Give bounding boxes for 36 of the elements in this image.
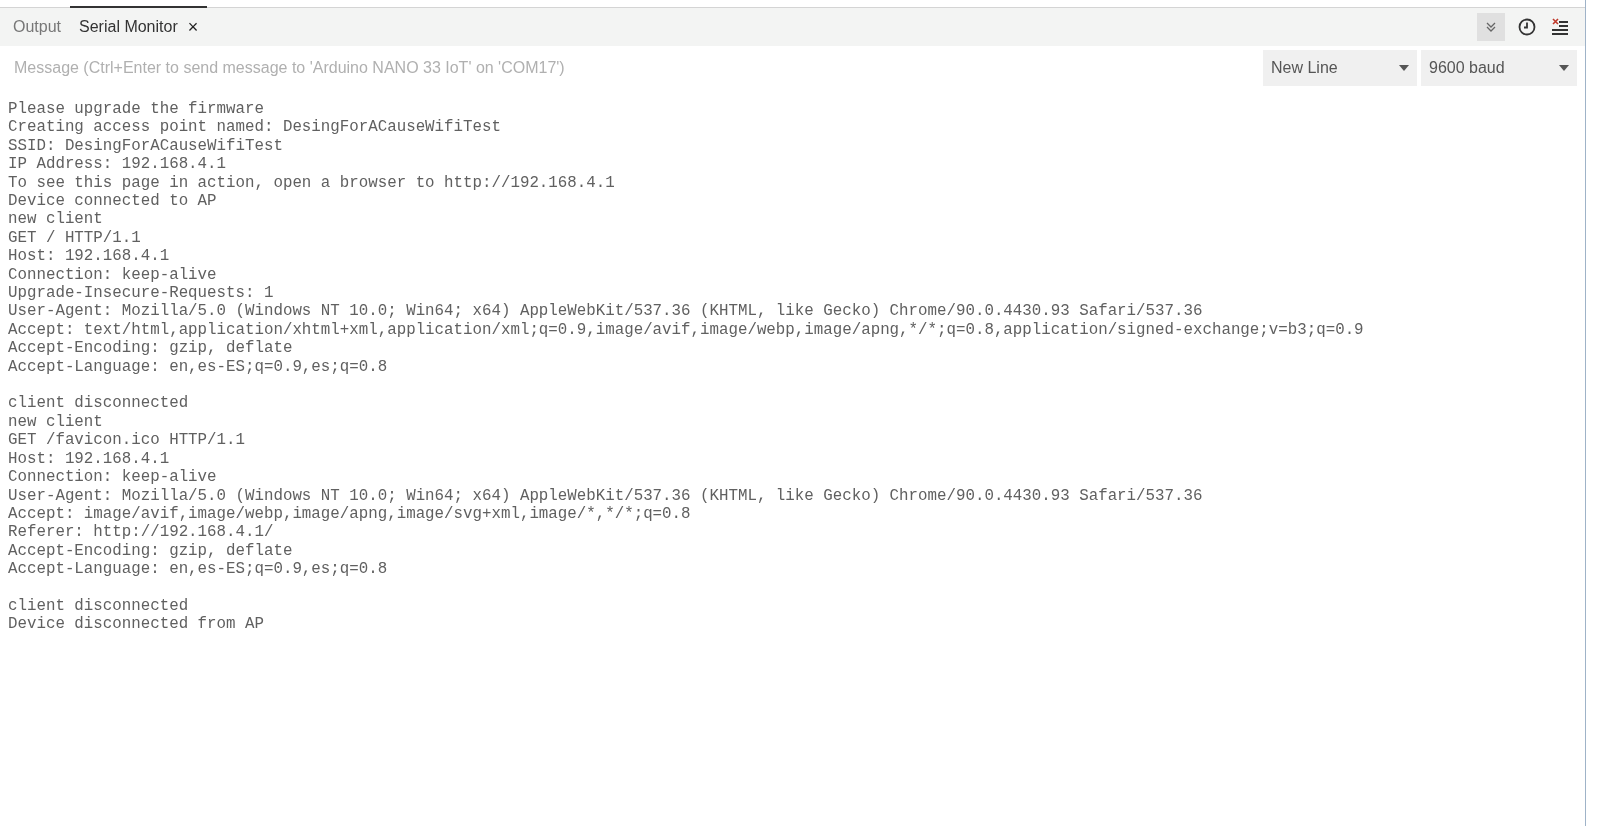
output-line: client disconnected bbox=[8, 394, 189, 413]
output-line: User-Agent: Mozilla/5.0 (Windows NT 10.0; Win64; x64) AppleWebKit/537.36 (KHTML, like Gecko) Chrome/90.0.4430.93 Safari/537.36 bbox=[8, 486, 1203, 505]
output-line: Device connected to AP bbox=[8, 192, 217, 211]
output-line: Accept-Encoding: gzip, deflate bbox=[8, 339, 293, 358]
clear-list-icon bbox=[1551, 18, 1569, 36]
output-line: new client bbox=[8, 210, 103, 229]
double-chevron-down-icon bbox=[1485, 21, 1497, 33]
caret-icon bbox=[1559, 65, 1569, 71]
output-line: Connection: keep-alive bbox=[8, 265, 217, 285]
output-line: Accept-Language: en,es-ES;q=0.9,es;q=0.8 bbox=[8, 560, 388, 579]
output-line: Creating access point named: DesingForACauseWifiTest bbox=[8, 118, 501, 137]
output-line: Upgrade-Insecure-Requests: 1 bbox=[8, 284, 274, 303]
line-ending-dropdown[interactable]: New Line bbox=[1263, 50, 1417, 86]
output-line: client disconnected bbox=[8, 596, 189, 616]
output-line: GET / HTTP/1.1 bbox=[8, 228, 141, 248]
output-line: To see this page in action, open a browser to http://192.168.4.1 bbox=[8, 173, 615, 193]
output-line: Accept: image/avif,image/webp,image/apng,image/svg+xml,image/*,*/*;q=0.8 bbox=[8, 504, 691, 524]
output-line: Accept-Encoding: gzip, deflate bbox=[8, 541, 293, 561]
baud-rate-dropdown[interactable]: 9600 baud bbox=[1421, 50, 1577, 86]
output-line: User-Agent: Mozilla/5.0 (Windows NT 10.0; Win64; x64) AppleWebKit/537.36 (KHTML, like Gecko) Chrome/90.0.4430.93 Safari/537.36 bbox=[8, 302, 1203, 321]
output-line: new client bbox=[8, 412, 103, 432]
output-line: Host: 192.168.4.1 bbox=[8, 449, 170, 469]
output-line: GET /favicon.ico HTTP/1.1 bbox=[8, 431, 245, 450]
output-line: SSID: DesingForACauseWifiTest bbox=[8, 136, 283, 156]
tab[interactable]: Output bbox=[4, 8, 71, 46]
caret-icon bbox=[1399, 65, 1409, 71]
output-line: IP Address: 192.168.4.1 bbox=[8, 155, 227, 174]
clock-icon bbox=[1518, 18, 1536, 36]
output-line: Device disconnected from AP bbox=[8, 615, 264, 634]
output-line: Referer: http://192.168.4.1/ bbox=[8, 523, 274, 542]
output-line: Please upgrade the firmware bbox=[8, 100, 264, 119]
output-line: Connection: keep-alive bbox=[8, 468, 217, 487]
output-line: Accept-Language: en,es-ES;q=0.9,es;q=0.8 bbox=[8, 357, 388, 377]
output-line: Host: 192.168.4.1 bbox=[8, 247, 170, 266]
close-tab-button[interactable]: × bbox=[187, 13, 199, 41]
output-line: Accept: text/html,application/xhtml+xml,application/xml;q=0.9,image/avif,image/webp,image/apng,*/*;q=0.8,application/signed-exchange;v=b3;q=0.9 bbox=[8, 320, 1364, 340]
